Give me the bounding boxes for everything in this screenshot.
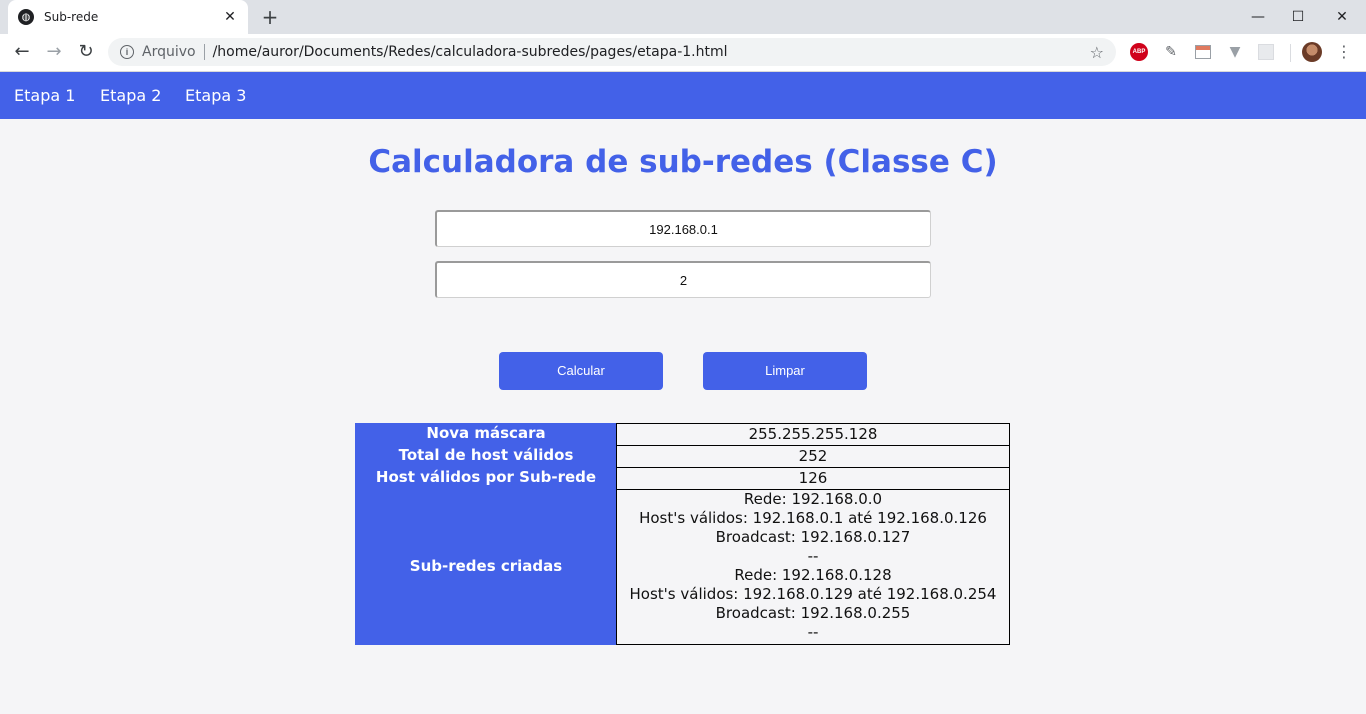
globe-icon: ◍ xyxy=(18,9,34,25)
subnet-line: Host's válidos: 192.168.0.1 até 192.168.… xyxy=(639,509,987,527)
subnet-line: Rede: 192.168.0.0 xyxy=(743,490,883,508)
subnet-line: Broadcast: 192.168.0.255 xyxy=(715,604,911,622)
close-window-icon[interactable]: ✕ xyxy=(1320,0,1364,34)
subnets-input[interactable] xyxy=(435,261,931,298)
info-icon[interactable]: i xyxy=(120,45,134,59)
reload-icon[interactable]: ↻ xyxy=(72,38,100,66)
value-hosts-per-subnet: 126 xyxy=(616,467,1010,490)
menu-dots-icon[interactable]: ⋮ xyxy=(1334,40,1354,64)
subnet-line: -- xyxy=(807,623,819,641)
ip-input[interactable] xyxy=(435,210,931,247)
close-tab-icon[interactable]: ✕ xyxy=(222,9,238,25)
nav-link-etapa-1[interactable]: Etapa 1 xyxy=(14,72,75,119)
clear-button[interactable]: Limpar xyxy=(703,352,867,390)
profile-avatar[interactable] xyxy=(1302,42,1322,62)
label-total-hosts: Total de host válidos xyxy=(398,446,574,464)
url-text[interactable]: /home/auror/Documents/Redes/calculadora-… xyxy=(213,44,1090,60)
results-table: Nova máscara Total de host válidos Host … xyxy=(355,423,1010,645)
adblock-icon[interactable]: ABP xyxy=(1130,43,1148,61)
label-new-mask: Nova máscara xyxy=(426,424,546,442)
nav-link-etapa-2[interactable]: Etapa 2 xyxy=(100,72,161,119)
calculate-button[interactable]: Calcular xyxy=(499,352,663,390)
url-separator xyxy=(203,44,205,60)
nav-link-etapa-3[interactable]: Etapa 3 xyxy=(185,72,246,119)
new-tab-button[interactable]: + xyxy=(258,5,282,29)
subnet-line: Host's válidos: 192.168.0.129 até 192.16… xyxy=(629,585,997,603)
url-scheme: Arquivo xyxy=(142,44,196,60)
browser-toolbar: ← → ↻ i Arquivo /home/auror/Documents/Re… xyxy=(0,34,1366,72)
value-new-mask: 255.255.255.128 xyxy=(616,423,1010,446)
extension-icon[interactable] xyxy=(1258,44,1274,60)
forward-icon[interactable]: → xyxy=(40,38,68,66)
label-subnets-created: Sub-redes criadas xyxy=(409,557,563,575)
page-title: Calculadora de sub-redes (Classe C) xyxy=(368,144,998,180)
subnet-line: Rede: 192.168.0.128 xyxy=(734,566,892,584)
address-bar[interactable]: i Arquivo /home/auror/Documents/Redes/ca… xyxy=(108,38,1116,66)
site-navbar: Etapa 1 Etapa 2 Etapa 3 xyxy=(0,72,1366,119)
eyedropper-icon[interactable]: ✎ xyxy=(1162,43,1180,61)
tab-title: Sub-rede xyxy=(44,10,99,24)
maximize-icon[interactable]: ☐ xyxy=(1276,0,1320,34)
value-subnets-created: Rede: 192.168.0.0 Host's válidos: 192.16… xyxy=(616,489,1010,645)
back-icon[interactable]: ← xyxy=(8,38,36,66)
value-total-hosts: 252 xyxy=(616,445,1010,468)
browser-tabstrip: ◍ Sub-rede ✕ + — ☐ ✕ xyxy=(0,0,1366,34)
toolbar-divider xyxy=(1290,44,1291,62)
subnet-line: Broadcast: 192.168.0.127 xyxy=(715,528,911,546)
browser-tab[interactable]: ◍ Sub-rede ✕ xyxy=(8,0,248,34)
subnet-line: -- xyxy=(807,547,819,565)
calendar-icon[interactable] xyxy=(1195,45,1211,59)
label-hosts-per-subnet: Host válidos por Sub-rede xyxy=(375,468,597,486)
minimize-icon[interactable]: — xyxy=(1236,0,1280,34)
vue-devtools-icon[interactable]: ▼ xyxy=(1226,43,1244,61)
bookmark-star-icon[interactable]: ☆ xyxy=(1090,43,1104,62)
